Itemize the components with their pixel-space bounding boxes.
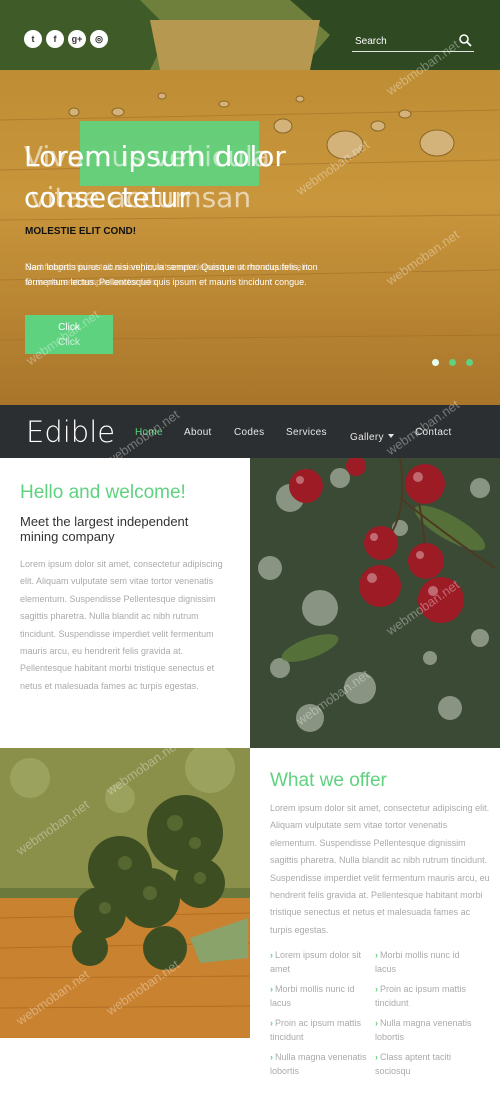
offer-body: Lorem ipsum dolor sit amet, consectetur …	[270, 803, 490, 935]
main-navigation: Edible Home About Codes Services Gallery…	[0, 405, 500, 458]
slide-subtitle: MOLESTIE ELIT COND!	[25, 226, 137, 237]
search-icon[interactable]	[459, 34, 472, 47]
slider-dot-3[interactable]	[466, 359, 473, 366]
welcome-subtitle: Meet the largest independent mining comp…	[20, 514, 189, 544]
chevron-down-icon	[387, 433, 394, 438]
list-item[interactable]: › Lorem ipsum dolor sit amet	[270, 948, 372, 976]
twitter-icon[interactable]: t	[24, 30, 42, 48]
slide-text: Nam lobortis purus ac nisi vehicula semp…	[25, 260, 325, 291]
facebook-icon[interactable]: f	[46, 30, 64, 48]
list-item[interactable]: › Nulla magna venenatis lobortis	[375, 1016, 477, 1044]
chevron-right-icon: ›	[375, 1052, 378, 1062]
list-item[interactable]: › Proin ac ipsum mattis tincidunt	[375, 982, 477, 1010]
slider-pagination	[432, 359, 473, 366]
chevron-right-icon: ›	[375, 950, 378, 960]
hero-slider: t f g+ ◎ Vivamus vehicula Lorem ipsum do…	[0, 0, 500, 405]
chevron-right-icon: ›	[270, 1052, 273, 1062]
slide-title-line1: Lorem ipsum dolor	[24, 140, 286, 173]
nav-item-contact[interactable]: Contact	[415, 427, 452, 438]
slide-click-button[interactable]: Click Click	[25, 315, 113, 354]
site-logo[interactable]: Edible	[26, 415, 115, 449]
slider-dot-2[interactable]	[449, 359, 456, 366]
nav-item-gallery-wrap[interactable]: Gallery	[350, 427, 394, 445]
list-item[interactable]: › Morbi mollis nunc id lacus	[375, 948, 477, 976]
nav-item-codes[interactable]: Codes	[234, 427, 264, 438]
nav-item-services[interactable]: Services	[286, 427, 327, 438]
search-box	[352, 32, 474, 52]
chevron-right-icon: ›	[270, 1018, 273, 1028]
social-links: t f g+ ◎	[24, 30, 108, 48]
list-item[interactable]: › Proin ac ipsum mattis tincidunt	[270, 1016, 372, 1044]
broccoli-image	[0, 748, 250, 1038]
slider-dot-1[interactable]	[432, 359, 439, 366]
search-input[interactable]	[352, 32, 452, 50]
nav-item-home[interactable]: Home	[135, 427, 163, 438]
list-item[interactable]: › Class aptent taciti sociosqu	[375, 1050, 477, 1078]
welcome-section: Hello and welcome! Meet the largest inde…	[0, 458, 250, 748]
offer-title: What we offer	[270, 770, 387, 791]
welcome-title: Hello and welcome!	[20, 482, 186, 503]
slide-title-line2: consectetur	[24, 181, 190, 214]
slide-button-label-overlay: Click	[58, 337, 80, 348]
chevron-right-icon: ›	[375, 984, 378, 994]
chevron-right-icon: ›	[270, 984, 273, 994]
list-item[interactable]: › Nulla magna venenatis lobortis	[270, 1050, 372, 1078]
welcome-body: Lorem ipsum dolor sit amet, consectetur …	[20, 559, 223, 691]
chevron-right-icon: ›	[375, 1018, 378, 1028]
dribbble-icon[interactable]: ◎	[90, 30, 108, 48]
nav-item-gallery[interactable]: Gallery	[350, 432, 384, 443]
cherries-image	[250, 458, 500, 748]
nav-item-about[interactable]: About	[184, 427, 212, 438]
list-item[interactable]: › Morbi mollis nunc id lacus	[270, 982, 372, 1010]
chevron-right-icon: ›	[270, 950, 273, 960]
offer-section: What we offer Lorem ipsum dolor sit amet…	[250, 748, 500, 1100]
slide-button-label: Click	[58, 322, 80, 333]
slide-text-overlay: Sed feugiat nisi et tellus semper, sit a…	[26, 262, 311, 288]
google-plus-icon[interactable]: g+	[68, 30, 86, 48]
